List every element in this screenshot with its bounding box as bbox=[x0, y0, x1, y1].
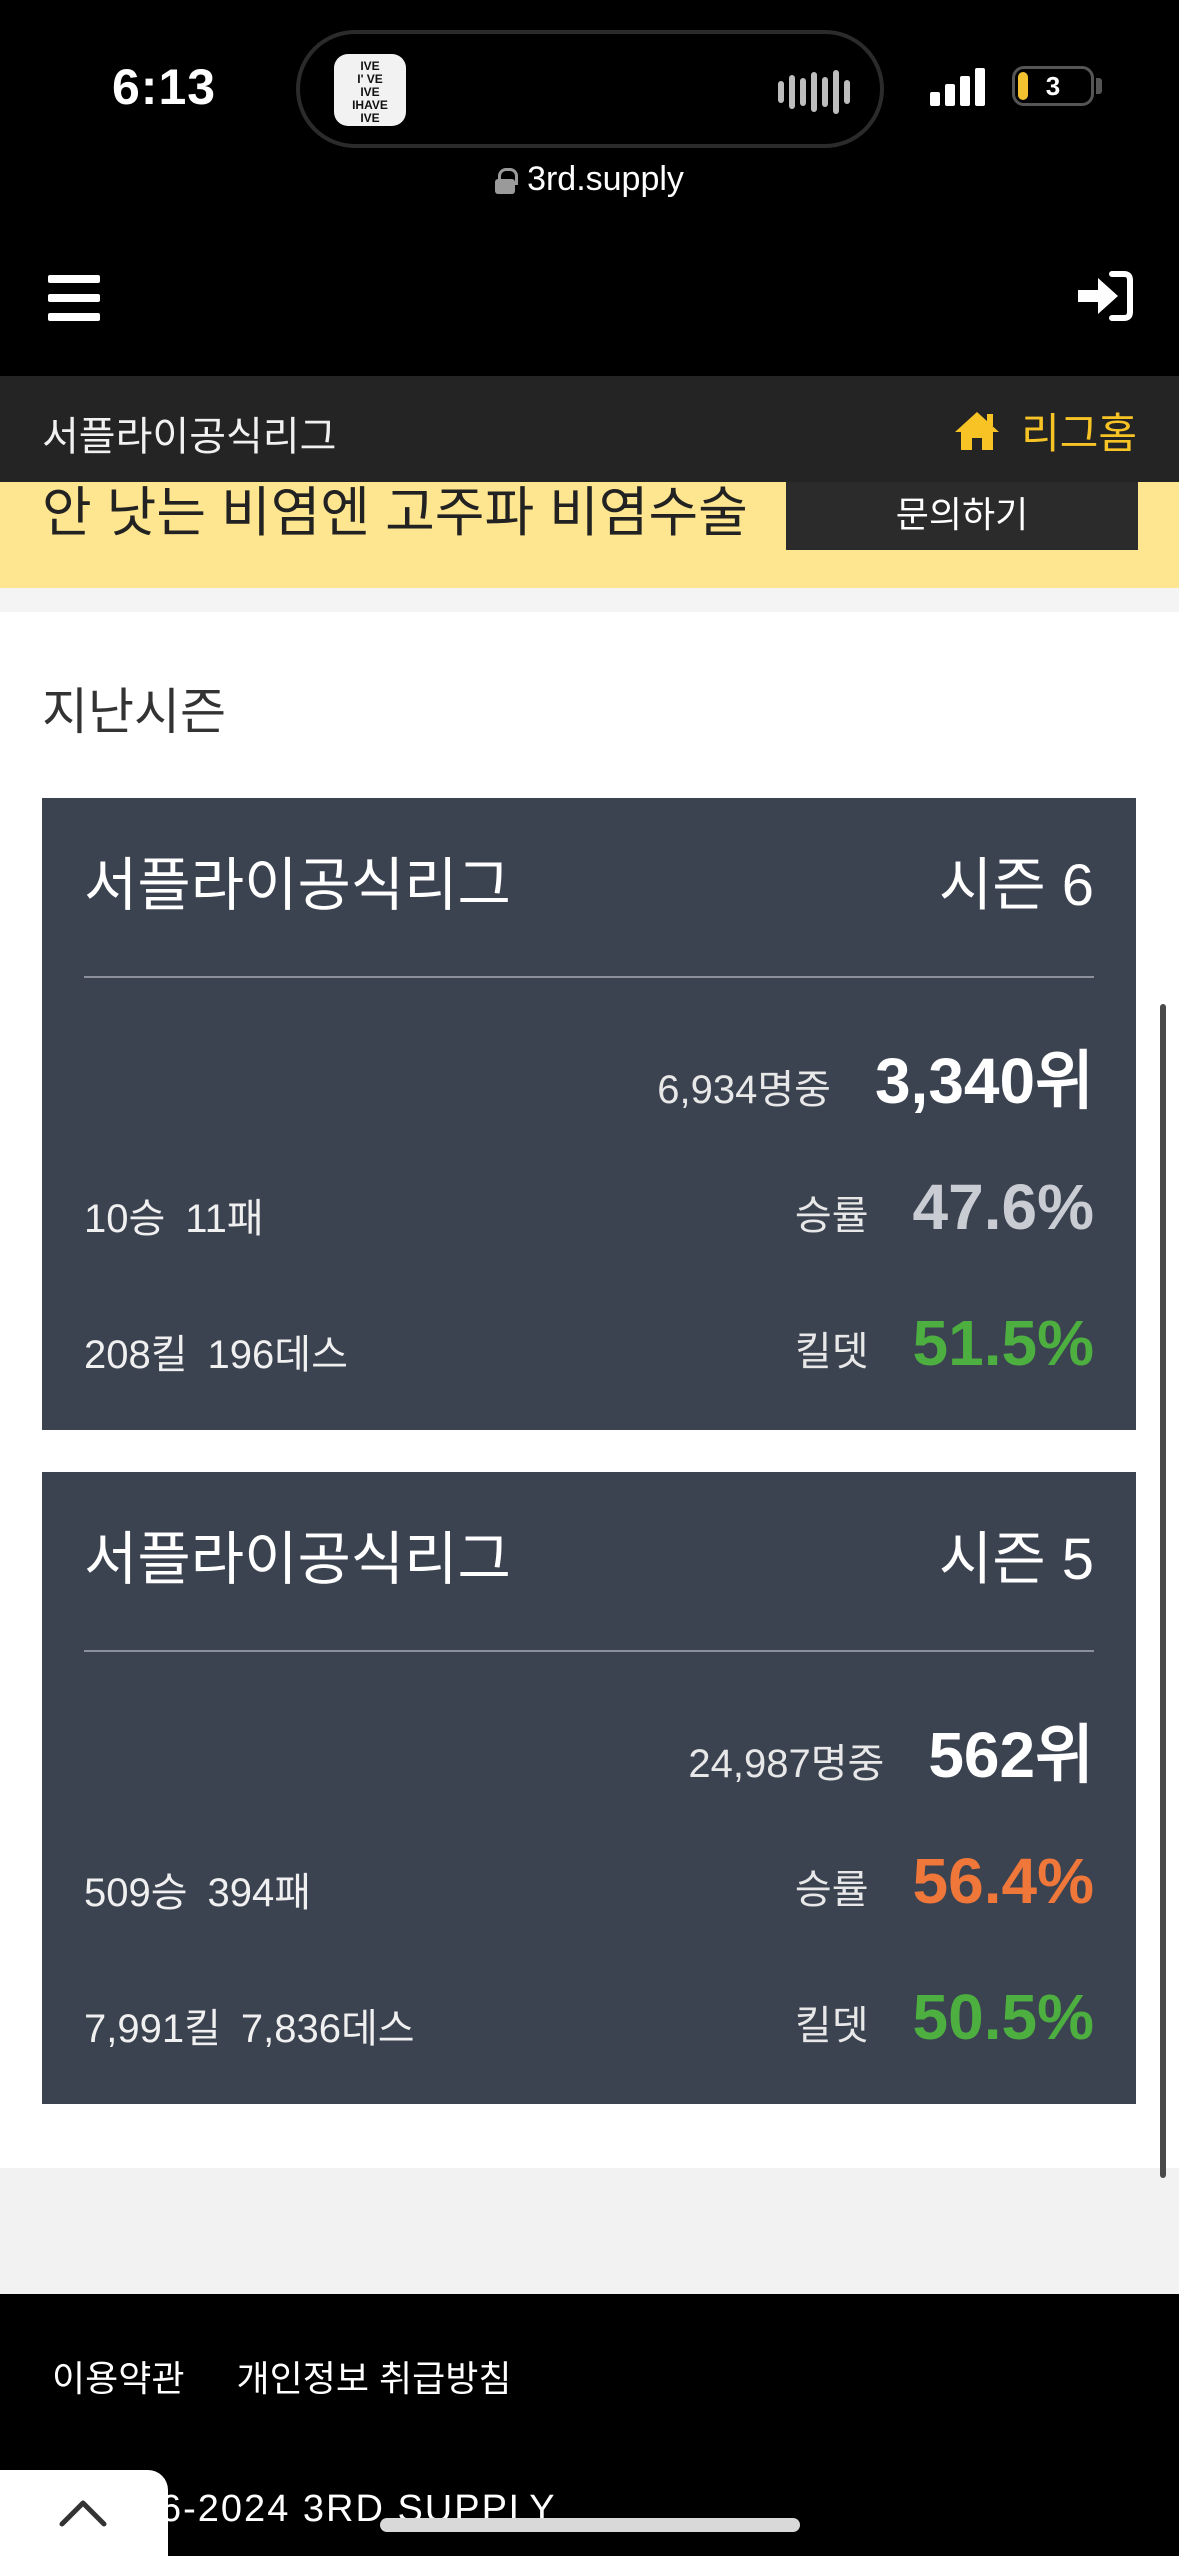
kill-death-row: 7,991킬 7,836데스 킬뎃 50.5% bbox=[84, 1980, 1094, 2060]
rank-position: 3,340위 bbox=[874, 1045, 1094, 1117]
ad-banner-text: 안 낫는 비염엔 고주파 비염수술 bbox=[42, 483, 748, 543]
footer-links: 이용약관 개인정보 취급방침 bbox=[52, 2350, 511, 2402]
wins: 10승 bbox=[84, 1197, 166, 1241]
card-league-name: 서플라이공식리그 bbox=[84, 1527, 511, 1592]
page-scrollbar[interactable] bbox=[1160, 1004, 1166, 2178]
season-card: 서플라이공식리그 시즌 5 24,987명중 562위 509승 394패 승률 … bbox=[42, 1472, 1136, 2104]
privacy-link[interactable]: 개인정보 취급방침 bbox=[236, 2350, 511, 2402]
battery-tip bbox=[1096, 78, 1102, 94]
league-home-link[interactable]: 리그홈 bbox=[953, 400, 1137, 461]
winrate-label: 승률 bbox=[794, 1194, 869, 1238]
winrate-label: 승률 bbox=[794, 1868, 869, 1912]
losses: 11패 bbox=[185, 1197, 264, 1241]
card-season-label: 시즌 6 bbox=[938, 853, 1094, 918]
waveform-icon bbox=[778, 70, 850, 114]
card-season-label: 시즌 5 bbox=[938, 1527, 1094, 1592]
home-icon bbox=[955, 411, 1000, 450]
kd-label: 킬뎃 bbox=[794, 2004, 869, 2048]
section-title: 지난시즌 bbox=[42, 684, 226, 740]
rank-line: 6,934명중 3,340위 bbox=[657, 1030, 1094, 1122]
lock-icon bbox=[495, 168, 519, 195]
chevron-up-icon bbox=[59, 2500, 107, 2527]
winrate-value: 56.4% bbox=[912, 1845, 1094, 1917]
section-divider bbox=[0, 588, 1179, 612]
win-loss-row: 509승 394패 승률 56.4% bbox=[84, 1844, 1094, 1924]
win-loss-row: 10승 11패 승률 47.6% bbox=[84, 1170, 1094, 1250]
league-header: 서플라이공식리그 리그홈 bbox=[0, 376, 1179, 482]
status-time: 6:13 bbox=[112, 59, 217, 115]
hamburger-icon[interactable] bbox=[48, 275, 100, 321]
kill-death-row: 208킬 196데스 킬뎃 51.5% bbox=[84, 1306, 1094, 1386]
ad-banner[interactable]: 안 낫는 비염엔 고주파 비염수술 문의하기 bbox=[0, 482, 1179, 588]
scroll-top-button[interactable] bbox=[0, 2470, 168, 2556]
kd-value: 51.5% bbox=[912, 1307, 1094, 1379]
card-divider bbox=[84, 1650, 1094, 1652]
content-bottom-spacer bbox=[0, 2168, 1179, 2294]
footer: 이용약관 개인정보 취급방침 6-2024 3RD SUPPLY bbox=[0, 2294, 1179, 2556]
deaths: 7,836데스 bbox=[240, 2007, 415, 2051]
url-text: 3rd.supply bbox=[527, 160, 684, 198]
now-playing-artwork: IVE I' VE IVE IHAVE IVE bbox=[334, 54, 406, 126]
main-content: 안 낫는 비염엔 고주파 비염수술 문의하기 지난시즌 서플라이공식리그 시즌 … bbox=[0, 482, 1179, 2168]
status-bar: 6:13 IVE I' VE IVE IHAVE IVE 3 3rd.suppl… bbox=[0, 0, 1179, 198]
kd-label: 킬뎃 bbox=[794, 1330, 869, 1374]
terms-link[interactable]: 이용약관 bbox=[52, 2350, 184, 2402]
kd-value: 50.5% bbox=[912, 1981, 1094, 2053]
winrate-value: 47.6% bbox=[912, 1171, 1094, 1243]
card-league-name: 서플라이공식리그 bbox=[84, 853, 511, 918]
league-name: 서플라이공식리그 bbox=[42, 415, 337, 459]
address-bar[interactable]: 3rd.supply bbox=[0, 160, 1179, 199]
cellular-signal-icon bbox=[930, 66, 985, 106]
top-navbar bbox=[0, 230, 1179, 376]
kills: 7,991킬 bbox=[84, 2007, 221, 2051]
rank-position: 562위 bbox=[928, 1719, 1094, 1791]
wins: 509승 bbox=[84, 1871, 188, 1915]
inquiry-button[interactable]: 문의하기 bbox=[786, 482, 1138, 550]
season-card: 서플라이공식리그 시즌 6 6,934명중 3,340위 10승 11패 승률 4… bbox=[42, 798, 1136, 1430]
battery-icon: 3 bbox=[1012, 66, 1094, 106]
dynamic-island[interactable]: IVE I' VE IVE IHAVE IVE bbox=[296, 30, 884, 148]
league-home-label: 리그홈 bbox=[1021, 410, 1137, 457]
losses: 394패 bbox=[207, 1871, 312, 1915]
total-players: 24,987명중 bbox=[688, 1742, 885, 1786]
rank-line: 24,987명중 562위 bbox=[688, 1704, 1094, 1796]
card-divider bbox=[84, 976, 1094, 978]
home-indicator[interactable] bbox=[380, 2518, 800, 2532]
total-players: 6,934명중 bbox=[657, 1068, 831, 1112]
sign-in-icon[interactable] bbox=[1074, 268, 1134, 324]
battery-level: 3 bbox=[1045, 71, 1061, 101]
kills: 208킬 bbox=[84, 1333, 188, 1377]
deaths: 196데스 bbox=[207, 1333, 348, 1377]
